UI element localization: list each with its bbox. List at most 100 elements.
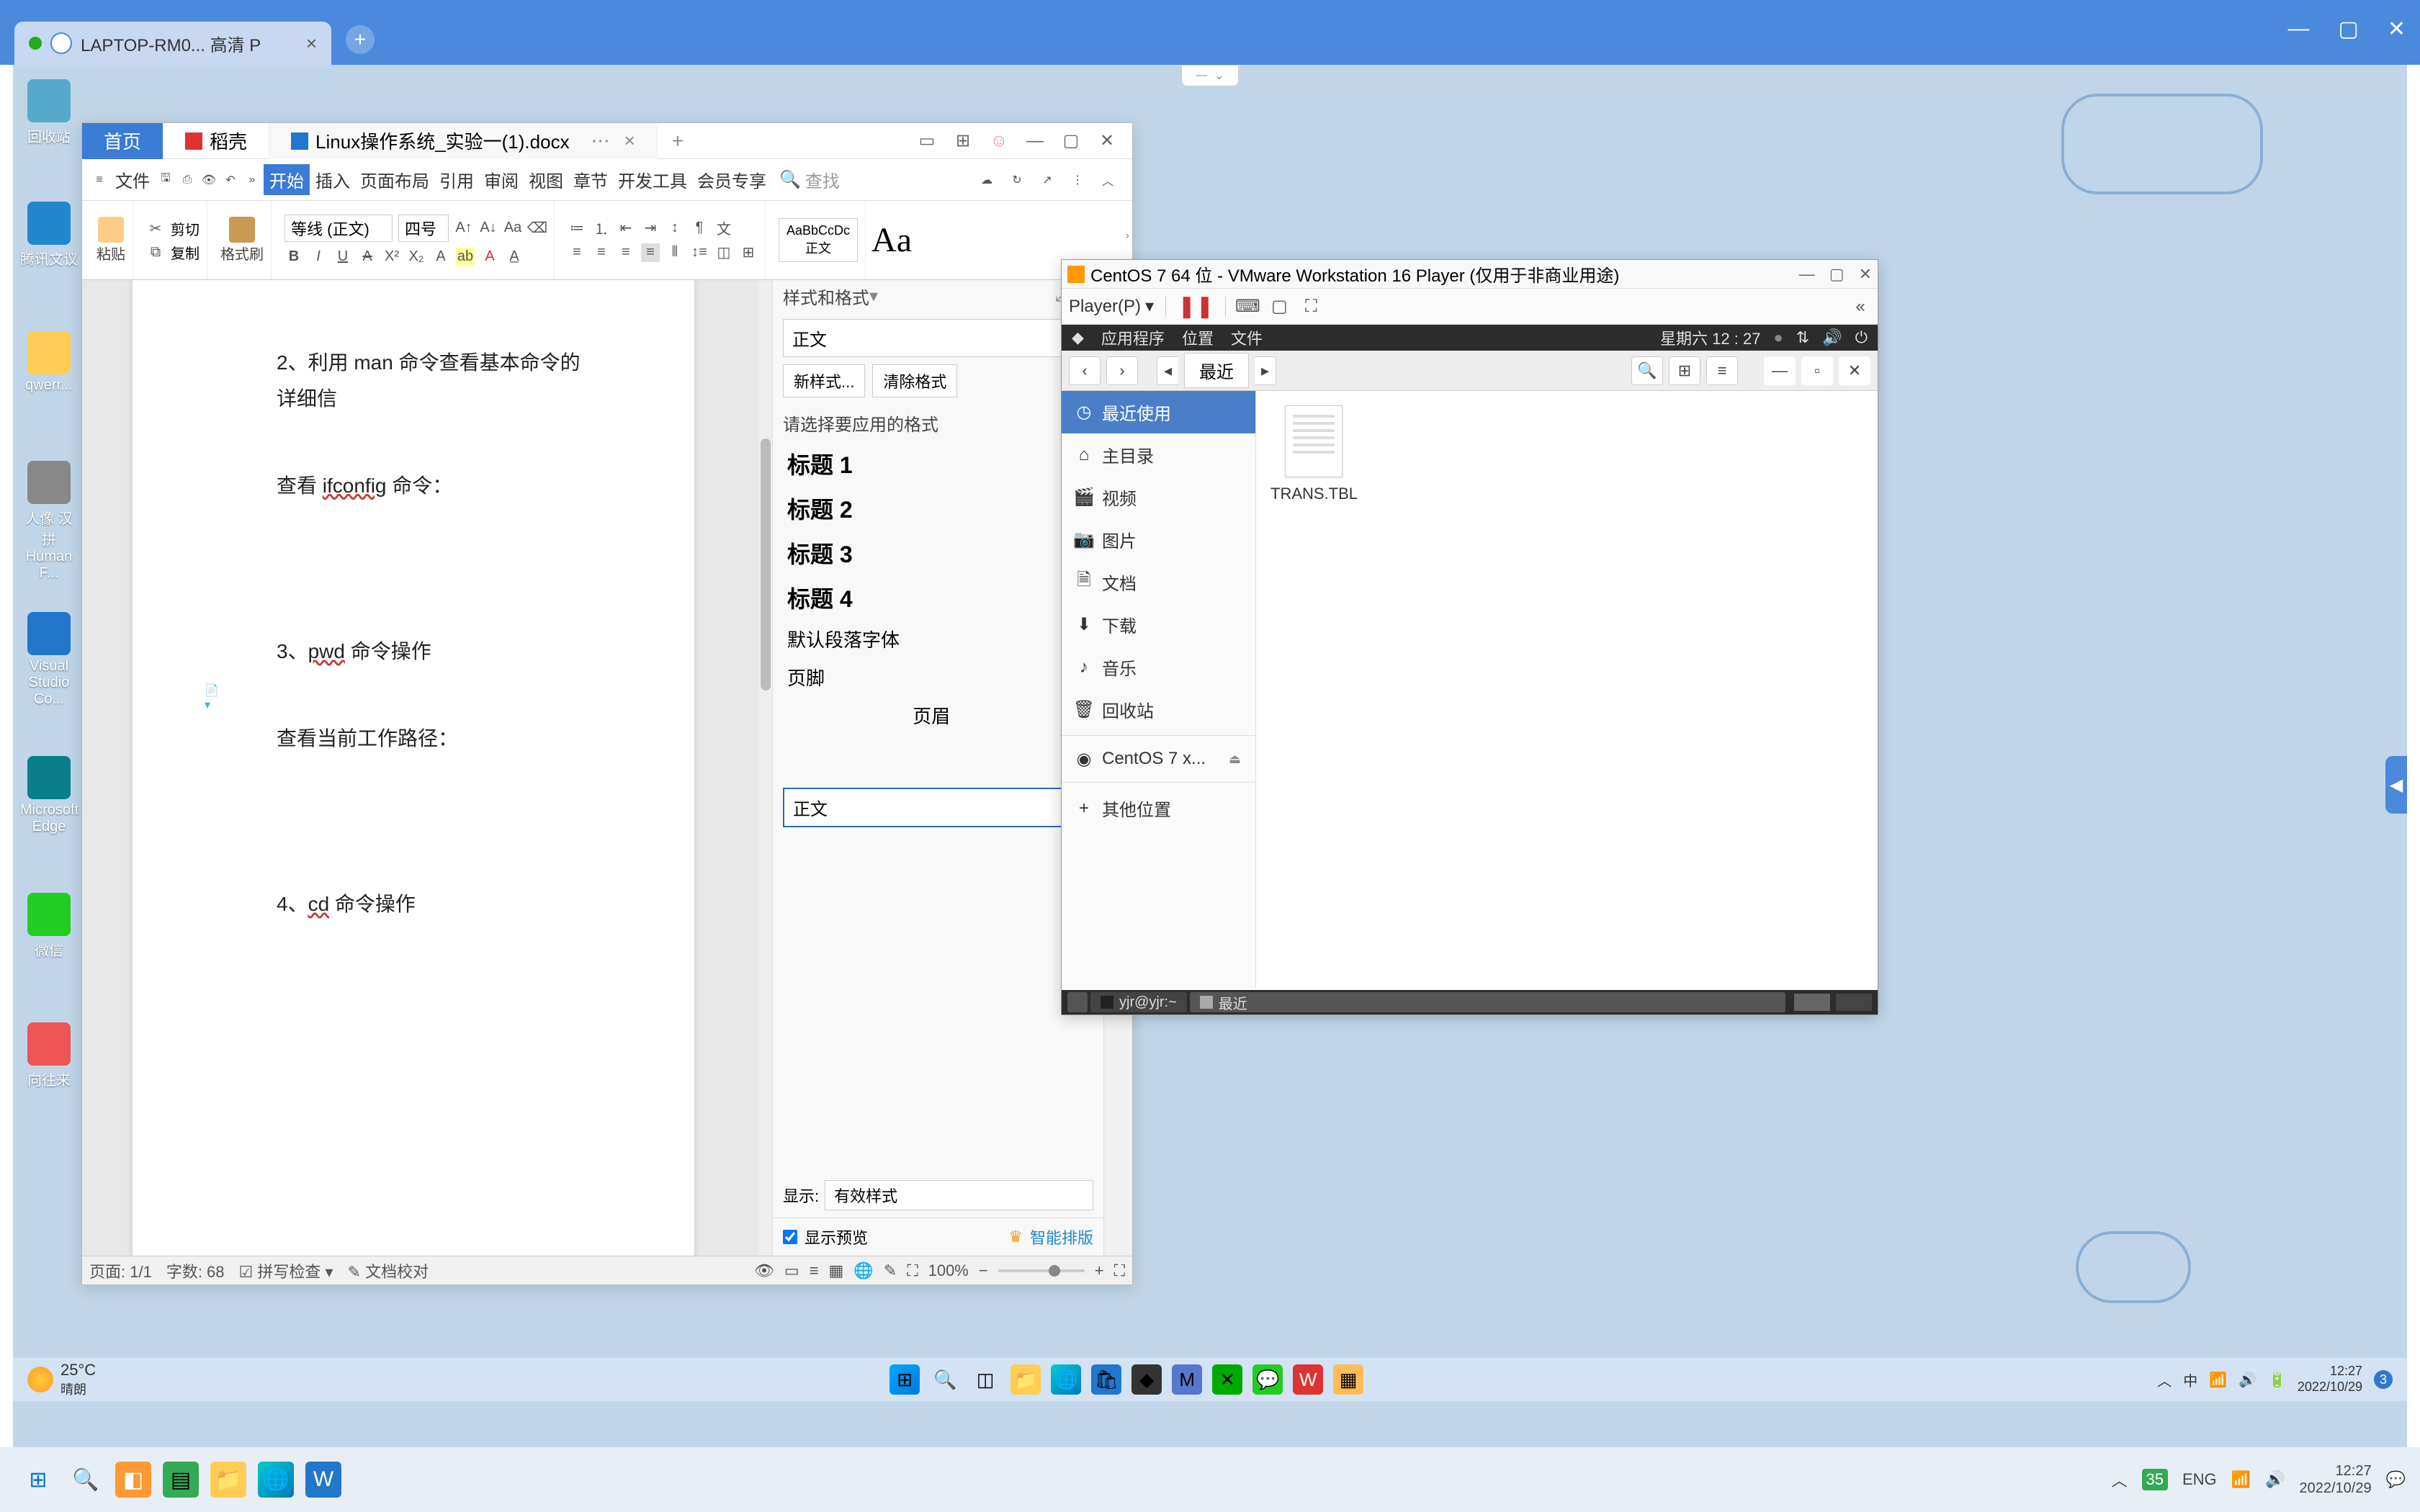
change-case-icon[interactable]: Aa	[503, 219, 522, 238]
desktop-icon-vscode[interactable]: Visual Studio Co...	[20, 612, 78, 708]
grow-font-icon[interactable]: A↑	[454, 219, 473, 238]
clock[interactable]: 12:27 2022/10/29	[2298, 1364, 2362, 1395]
text-direction-icon[interactable]: 文	[714, 219, 733, 238]
align-left-icon[interactable]: ≡	[568, 243, 586, 262]
maximize-button[interactable]: ▢	[1829, 265, 1845, 284]
browser-tab[interactable]: LAPTOP-RM0... 高清 P ×	[14, 22, 331, 65]
font-size-select[interactable]: 四号	[398, 215, 449, 242]
sidebar-item-pictures[interactable]: 📷图片	[1062, 518, 1255, 561]
power-icon[interactable]: ⏻	[1855, 328, 1868, 347]
style-gallery-item[interactable]: AaBbCcDc 正文	[779, 218, 858, 262]
style-item-h2[interactable]: 标题 2↵	[783, 486, 1093, 531]
eye-icon[interactable]: 👁	[754, 1261, 774, 1280]
host-clock[interactable]: 12:27 2022/10/29	[2299, 1462, 2371, 1497]
app-button[interactable]: ◆	[1131, 1364, 1162, 1395]
files-minimize-button[interactable]: —	[1764, 356, 1796, 385]
preview-icon[interactable]: 👁	[199, 170, 219, 190]
language-button[interactable]: ENG	[2182, 1470, 2217, 1489]
wifi-icon[interactable]: 📶	[2209, 1371, 2227, 1389]
eject-icon[interactable]: ⏏	[1229, 752, 1241, 767]
app-button[interactable]: ◧	[115, 1462, 151, 1498]
desktop-icon-wechat[interactable]: 微信	[20, 893, 78, 960]
activities-icon[interactable]: ◆	[1072, 328, 1084, 347]
style-item-default-font[interactable]: 默认段落字体a	[783, 620, 1093, 658]
close-icon[interactable]: ✕	[1096, 130, 1118, 152]
shading-icon[interactable]: ◫	[714, 243, 733, 262]
app-button[interactable]: M	[1172, 1364, 1202, 1395]
tab-menu-icon[interactable]: ⋯	[591, 130, 610, 152]
menu-review[interactable]: 审阅	[480, 167, 523, 192]
style-item-h1[interactable]: 标题 1↵	[783, 441, 1093, 486]
document-area[interactable]: 2、利用 man 命令查看基本命令的详细信 查看 ifconfig 命令： 3、…	[82, 280, 772, 1256]
spell-check-toggle[interactable]: ☑ 拼写检查 ▾	[239, 1259, 333, 1282]
close-button[interactable]: ✕	[1859, 265, 1872, 284]
clear-format-button[interactable]: 清除格式	[872, 364, 957, 397]
new-style-button[interactable]: 新样式...	[783, 364, 865, 397]
increase-indent-icon[interactable]: ⇥	[641, 219, 660, 238]
scroll-thumb[interactable]	[761, 438, 771, 690]
sidebar-item-centos-disc[interactable]: ◉CentOS 7 x...⏏	[1062, 740, 1255, 778]
web-view-icon[interactable]: ▦	[829, 1261, 844, 1280]
highlight-icon[interactable]: ab	[456, 248, 475, 266]
underline-icon[interactable]: U	[333, 248, 352, 266]
bullet-list-icon[interactable]: ≔	[568, 219, 586, 238]
wps-tab-shell[interactable]: 稻壳	[163, 123, 269, 159]
menu-chapter[interactable]: 章节	[569, 167, 612, 192]
vmware-button[interactable]: ▦	[1333, 1364, 1363, 1395]
path-forward-button[interactable]: ▸	[1255, 356, 1276, 385]
chevron-down-icon[interactable]: ⌄	[1214, 68, 1224, 83]
search-button[interactable]: 🔍	[1631, 356, 1663, 385]
text-border-icon[interactable]: A̲	[505, 248, 524, 266]
explorer-button[interactable]: 📁	[210, 1462, 246, 1498]
start-button[interactable]: ⊞	[20, 1462, 56, 1498]
menu-applications[interactable]: 应用程序	[1101, 326, 1165, 349]
grid-view-button[interactable]: ⊞	[1669, 356, 1700, 385]
explorer-button[interactable]: 📁	[1010, 1364, 1041, 1395]
forward-button[interactable]: ›	[1106, 356, 1138, 385]
maximize-button[interactable]: ▢	[2339, 17, 2359, 42]
save-icon[interactable]: 🖫	[156, 170, 176, 190]
collapse-bar-icon[interactable]: «	[1850, 297, 1870, 317]
undo-icon[interactable]: ↶	[220, 170, 241, 190]
bold-icon[interactable]: B	[284, 248, 303, 266]
location-bar[interactable]: 最近	[1184, 353, 1249, 388]
strike-icon[interactable]: A	[358, 248, 377, 266]
search-button[interactable]: 🔍	[930, 1364, 960, 1395]
collapse-ribbon-icon[interactable]: ︿	[1098, 170, 1118, 190]
ribbon-expand-icon[interactable]: ›	[1126, 230, 1129, 243]
page-view-icon[interactable]: ▭	[784, 1261, 799, 1280]
player-menu[interactable]: Player(P) ▾	[1069, 296, 1154, 317]
ime-indicator[interactable]: 35	[2142, 1469, 2168, 1490]
xbox-button[interactable]: ✕	[1212, 1364, 1242, 1395]
wechat-button[interactable]: 💬	[1252, 1364, 1283, 1395]
document-page[interactable]: 2、利用 man 命令查看基本命令的详细信 查看 ifconfig 命令： 3、…	[133, 280, 694, 1256]
reading-view-icon[interactable]: 🌐	[853, 1261, 873, 1280]
wifi-icon[interactable]: 📶	[2231, 1470, 2251, 1489]
weather-widget[interactable]: 25°C 晴朗	[27, 1361, 96, 1398]
menu-layout[interactable]: 页面布局	[356, 167, 434, 192]
vmware-titlebar[interactable]: CentOS 7 64 位 - VMware Workstation 16 Pl…	[1062, 260, 1878, 289]
edge-button[interactable]: 🌐	[1051, 1364, 1081, 1395]
desktop-icon-tencent[interactable]: 腾讯文议	[20, 202, 78, 269]
subscript-icon[interactable]: X₂	[407, 248, 426, 266]
reader-mode-icon[interactable]: ▭	[916, 130, 938, 152]
borders-icon[interactable]: ⊞	[739, 243, 758, 262]
sync-icon[interactable]: ↻	[1007, 170, 1027, 190]
sidebar-item-recent[interactable]: ◷最近使用	[1062, 391, 1255, 433]
shrink-font-icon[interactable]: A↓	[479, 219, 498, 238]
add-tab-button[interactable]: +	[658, 130, 698, 153]
current-style-select[interactable]: 正文▾	[783, 319, 1093, 357]
list-view-button[interactable]: ≡	[1706, 356, 1738, 385]
menu-files[interactable]: 文件	[1231, 326, 1263, 349]
align-right-icon[interactable]: ≡	[617, 243, 635, 262]
menu-places[interactable]: 位置	[1182, 326, 1214, 349]
back-button[interactable]: ‹	[1069, 356, 1101, 385]
align-justify-icon[interactable]: ≡	[641, 243, 660, 262]
align-center-icon[interactable]: ≡	[592, 243, 611, 262]
sidebar-item-downloads[interactable]: ⬇下载	[1062, 603, 1255, 646]
style-expand-icon[interactable]: Aa	[871, 220, 912, 260]
new-tab-button[interactable]: +	[346, 25, 375, 54]
avatar-icon[interactable]: ☺	[988, 130, 1010, 152]
file-item[interactable]: TRANS.TBL	[1270, 405, 1357, 503]
show-select[interactable]: 有效样式	[825, 1180, 1093, 1210]
